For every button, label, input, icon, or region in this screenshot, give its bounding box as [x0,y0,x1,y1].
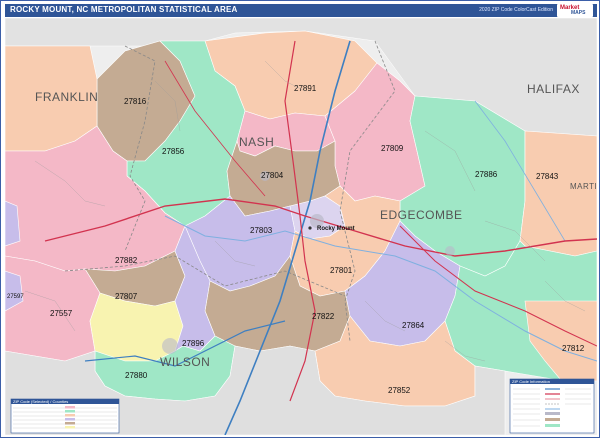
region-label-martin: MARTIN [570,182,597,191]
zip-label-27801: 27801 [330,266,353,275]
map-frame: ROCKY MOUNT, NC METROPOLITAN STATISTICAL… [0,0,600,438]
zip-label-27804: 27804 [261,171,284,180]
zip-label-27812: 27812 [562,344,585,353]
zip-label-27816: 27816 [124,97,147,106]
zip-label-27856: 27856 [162,147,185,156]
map-legend: ZIP Code Information [509,378,595,434]
zip-county-inset: ZIP Code (Selected) / Counties [10,398,120,434]
region-label-halifax: HALIFAX [527,82,580,96]
city-marker-tarboro [445,246,455,256]
region-label-edgecombe: EDGECOMBE [380,208,463,222]
publisher-logo: Market MAPS [557,4,593,17]
region-label-nash: NASH [239,135,274,149]
city-label-rocky-mount: Rocky Mount [317,226,355,232]
city-dot-rocky-mount [308,226,312,230]
zip-label-27882: 27882 [115,256,138,265]
inset-title: ZIP Code (Selected) / Counties [13,399,68,404]
region-label-wilson: WILSON [160,355,210,369]
legend-title: ZIP Code Information [512,379,550,384]
zip-label-27891: 27891 [294,84,317,93]
map-title: ROCKY MOUNT, NC METROPOLITAN STATISTICAL… [10,5,238,14]
region-label-franklin: FRANKLIN [35,90,98,104]
city-marker-wilson [162,338,178,354]
zip-label-27597: 27597 [7,294,24,300]
zip-label-27886: 27886 [475,170,498,179]
zip-label-27864: 27864 [402,321,425,330]
map-canvas[interactable]: FRANKLIN NASH EDGECOMBE WILSON HALIFAX M… [5,18,597,435]
edition-label: 2020 ZIP Code ColorCast Edition [479,7,553,13]
zip-area-27843[interactable] [519,130,597,257]
logo-maps-text: MAPS [571,10,586,16]
zip-label-27880: 27880 [125,371,148,380]
title-bar: ROCKY MOUNT, NC METROPOLITAN STATISTICAL… [5,4,597,17]
map-svg[interactable]: FRANKLIN NASH EDGECOMBE WILSON HALIFAX M… [5,18,597,435]
zip-label-27822: 27822 [312,312,335,321]
zip-label-27803: 27803 [250,226,273,235]
zip-label-27896: 27896 [182,339,205,348]
zip-label-27852: 27852 [388,386,411,395]
zip-label-27843: 27843 [536,172,559,181]
zip-label-27809: 27809 [381,144,404,153]
zip-label-27807: 27807 [115,292,138,301]
